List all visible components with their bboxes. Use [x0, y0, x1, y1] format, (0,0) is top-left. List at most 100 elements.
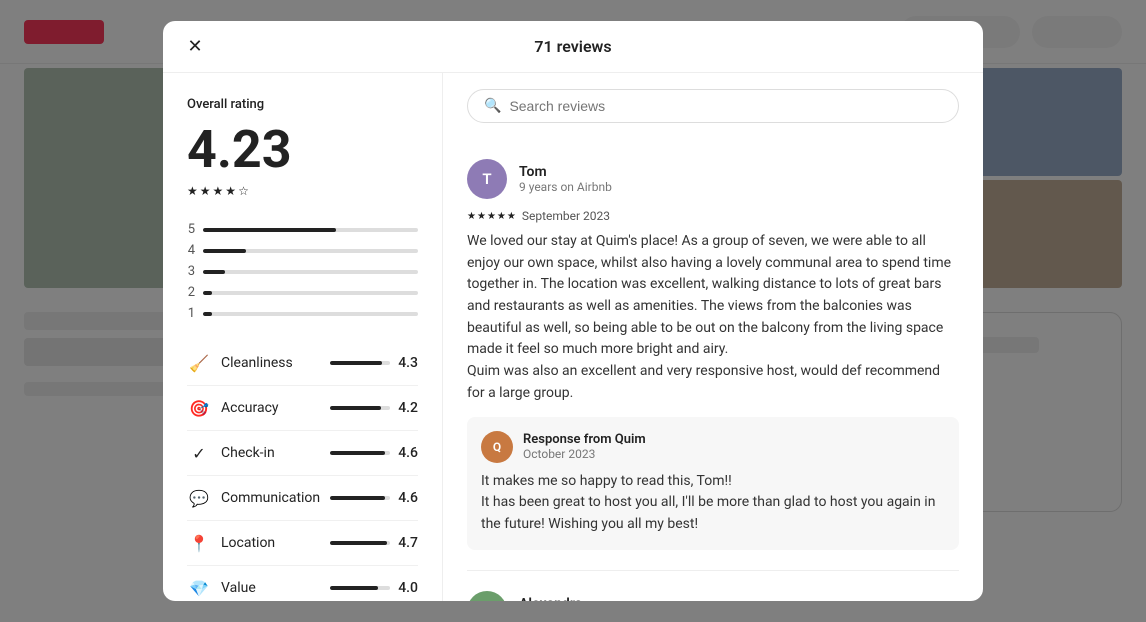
modal-title: 71 reviews: [534, 37, 611, 56]
cat-bar-track: [330, 496, 390, 500]
cat-bar-fill: [330, 361, 382, 365]
stars-row: ★ ★ ★ ★ ☆: [187, 184, 418, 198]
bar-label: 5: [187, 222, 195, 237]
overall-label: Overall rating: [187, 97, 418, 112]
cat-score: 4.3: [398, 355, 418, 371]
category-row-value: 💎 Value 4.0: [187, 566, 418, 601]
host-response: Q Response from Quim October 2023 It mak…: [467, 417, 959, 550]
cat-name: Communication: [221, 490, 320, 506]
cat-left: 🎯 Accuracy: [187, 396, 279, 420]
bar-fill: [203, 249, 246, 253]
bar-row-1: 1: [187, 306, 418, 321]
bar-label: 2: [187, 285, 195, 300]
bar-fill: [203, 270, 225, 274]
mini-stars: ★★★★★: [467, 211, 516, 222]
cat-bar-fill: [330, 451, 385, 455]
cat-bar-fill: [330, 496, 385, 500]
modal-overlay: ✕ 71 reviews Overall rating 4.23 ★ ★ ★ ★…: [0, 0, 1146, 622]
star-1: ★: [187, 184, 198, 198]
cat-bar-track: [330, 541, 390, 545]
cat-left: 💬 Communication: [187, 486, 320, 510]
search-icon: 🔍: [484, 98, 501, 114]
cat-bar-row: 4.6: [330, 490, 418, 506]
cat-name: Value: [221, 580, 256, 596]
cat-icon: ✓: [187, 441, 211, 465]
cat-bar-row: 4.2: [330, 400, 418, 416]
cat-name: Check-in: [221, 445, 275, 461]
bar-label: 3: [187, 264, 195, 279]
cat-bar-row: 4.0: [330, 580, 418, 596]
category-ratings: 🧹 Cleanliness 4.3 🎯 Accuracy 4.2 ✓ Check…: [187, 341, 418, 601]
category-row-check-in: ✓ Check-in 4.6: [187, 431, 418, 476]
response-date: October 2023: [523, 447, 646, 461]
star-3: ★: [213, 184, 224, 198]
cat-left: 🧹 Cleanliness: [187, 351, 293, 375]
cat-left: ✓ Check-in: [187, 441, 275, 465]
star-5: ☆: [238, 184, 249, 198]
bar-label: 4: [187, 243, 195, 258]
bar-row-4: 4: [187, 243, 418, 258]
review-rating-row: ★★★★★ September 2023: [467, 209, 959, 223]
cat-score: 4.6: [398, 490, 418, 506]
cat-icon: 🎯: [187, 396, 211, 420]
reviewer-header: A Alexandra 11 months on Airbnb: [467, 591, 959, 601]
response-text: It makes me so happy to read this, Tom!!…: [481, 471, 945, 536]
bar-track: [203, 249, 418, 253]
review-date: September 2023: [522, 209, 610, 223]
ratings-panel: Overall rating 4.23 ★ ★ ★ ★ ☆ 5 4: [163, 73, 443, 601]
mini-star: ★: [477, 211, 486, 222]
modal-body: Overall rating 4.23 ★ ★ ★ ★ ☆ 5 4: [163, 73, 983, 601]
bar-track: [203, 312, 418, 316]
cat-score: 4.7: [398, 535, 418, 551]
cat-bar-track: [330, 406, 390, 410]
cat-bar-fill: [330, 586, 378, 590]
category-row-location: 📍 Location 4.7: [187, 521, 418, 566]
reviewer-name: Alexandra: [519, 596, 959, 601]
mini-star: ★: [487, 211, 496, 222]
cat-bar-fill: [330, 541, 386, 545]
mini-star: ★: [507, 211, 516, 222]
cat-icon: 💬: [187, 486, 211, 510]
bar-ratings: 5 4 3 2 1: [187, 222, 418, 321]
bar-track: [203, 228, 418, 232]
response-name: Response from Quim: [523, 432, 646, 447]
cat-left: 📍 Location: [187, 531, 275, 555]
reviews-modal: ✕ 71 reviews Overall rating 4.23 ★ ★ ★ ★…: [163, 21, 983, 601]
cat-icon: 📍: [187, 531, 211, 555]
cat-score: 4.6: [398, 445, 418, 461]
cat-bar-fill: [330, 406, 380, 410]
cat-bar-track: [330, 586, 390, 590]
cat-name: Location: [221, 535, 275, 551]
close-button[interactable]: ✕: [179, 31, 211, 63]
category-row-communication: 💬 Communication 4.6: [187, 476, 418, 521]
bar-fill: [203, 312, 212, 316]
cat-bar-row: 4.6: [330, 445, 418, 461]
big-rating: 4.23: [187, 124, 418, 176]
reviews-panel: 🔍 T Tom 9 years on Airbnb ★★★★★ Septembe…: [443, 73, 983, 601]
search-input[interactable]: [509, 98, 942, 114]
cat-score: 4.0: [398, 580, 418, 596]
cat-bar-row: 4.7: [330, 535, 418, 551]
search-bar-wrap: 🔍: [467, 73, 959, 139]
overall-section: Overall rating 4.23 ★ ★ ★ ★ ☆: [187, 97, 418, 198]
cat-name: Cleanliness: [221, 355, 293, 371]
reviewer-name: Tom: [519, 164, 959, 180]
category-row-accuracy: 🎯 Accuracy 4.2: [187, 386, 418, 431]
bar-track: [203, 270, 418, 274]
reviewer-info: Tom 9 years on Airbnb: [519, 164, 959, 194]
cat-bar-track: [330, 361, 390, 365]
cat-score: 4.2: [398, 400, 418, 416]
mini-star: ★: [467, 211, 476, 222]
review-text: We loved our stay at Quim's place! As a …: [467, 231, 959, 405]
response-meta: Response from Quim October 2023: [523, 432, 646, 461]
avatar: A: [467, 591, 507, 601]
cat-bar-row: 4.3: [330, 355, 418, 371]
reviews-list: T Tom 9 years on Airbnb ★★★★★ September …: [467, 139, 959, 601]
cat-bar-track: [330, 451, 390, 455]
cat-icon: 🧹: [187, 351, 211, 375]
bar-track: [203, 291, 418, 295]
reviewer-header: T Tom 9 years on Airbnb: [467, 159, 959, 199]
bar-row-5: 5: [187, 222, 418, 237]
cat-name: Accuracy: [221, 400, 279, 416]
reviewer-info: Alexandra 11 months on Airbnb: [519, 596, 959, 601]
